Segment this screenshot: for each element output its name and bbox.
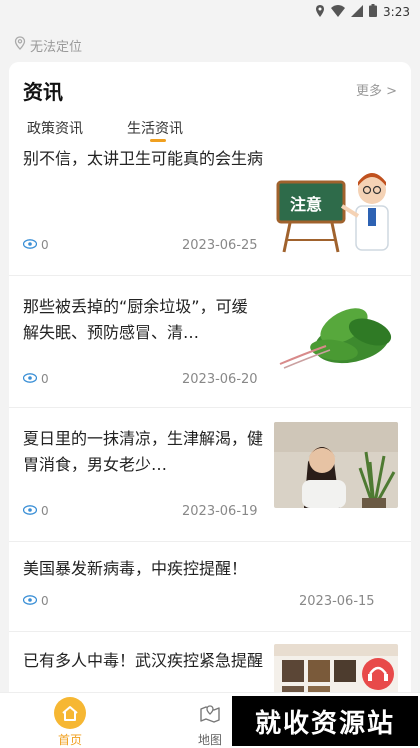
watermark: 就收资源站 (232, 696, 418, 746)
news-tabs: 政策资讯 生活资讯 (9, 114, 411, 144)
nav-map-label: 地图 (197, 733, 222, 747)
nav-map[interactable]: 地图 (180, 697, 240, 748)
view-count: 0 (22, 594, 49, 608)
map-icon (180, 697, 240, 729)
more-link[interactable]: 更多 > (356, 80, 397, 99)
eye-icon (22, 504, 38, 518)
news-item-title: 那些被丢掉的“厨余垃圾”，可缓解失眠、预防感冒、清… (23, 297, 248, 342)
location-text: 无法定位 (30, 39, 83, 55)
signal-icon (351, 4, 364, 20)
news-item-date: 2023-06-19 (182, 504, 258, 519)
battery-icon (369, 4, 378, 20)
news-item[interactable]: 那些被丢掉的“厨余垃圾”，可缓解失眠、预防感冒、清… 0 2023-06-20 (9, 276, 411, 408)
news-item-title: 别不信，太讲卫生可能真的会生病 (23, 149, 263, 168)
news-item-title: 美国暴发新病毒，中疾控提醒！ (23, 559, 248, 578)
news-item-date: 2023-06-25 (182, 238, 258, 253)
news-item[interactable]: 夏日里的一抹清凉，生津解渴，健胃消食，男女老少… 0 2023-06-19 (9, 408, 411, 542)
home-icon (54, 697, 86, 729)
news-item[interactable]: 美国暴发新病毒，中疾控提醒！ 0 2023-06-15 (9, 542, 411, 632)
news-thumbnail: 注意 (274, 168, 398, 254)
view-count: 0 (22, 372, 49, 386)
tab-policy-news[interactable]: 政策资讯 (27, 118, 83, 138)
news-title: 资讯 (23, 80, 63, 104)
news-item-date: 2023-06-20 (182, 372, 258, 387)
chalkboard-text: 注意 (290, 195, 322, 214)
news-thumbnail (274, 294, 398, 380)
location-row[interactable]: 无法定位 (14, 34, 82, 56)
status-bar: 3:23 (0, 0, 420, 24)
eye-icon (22, 238, 38, 252)
eye-icon (22, 594, 38, 608)
news-card: 资讯 更多 > 政策资讯 生活资讯 别不信，太讲卫生可能真的会生病 0 2023… (9, 62, 411, 702)
news-item-title: 夏日里的一抹清凉，生津解渴，健胃消食，男女老少… (23, 429, 263, 474)
location-status-icon (315, 4, 325, 20)
view-count: 0 (22, 238, 49, 252)
tab-life-news[interactable]: 生活资讯 (127, 118, 183, 138)
news-item-title: 已有多人中毒！武汉疾控紧急提醒 (23, 651, 263, 670)
nav-home[interactable]: 首页 (40, 697, 100, 748)
wifi-icon (331, 4, 346, 20)
active-tab-indicator (150, 139, 166, 142)
location-pin-icon (14, 36, 26, 54)
news-thumbnail (274, 422, 398, 508)
eye-icon (22, 372, 38, 386)
news-item-date: 2023-06-15 (299, 594, 375, 609)
view-count: 0 (22, 504, 49, 518)
nav-home-label: 首页 (57, 733, 82, 747)
status-time: 3:23 (383, 5, 410, 19)
news-header: 资讯 更多 > (9, 62, 411, 114)
